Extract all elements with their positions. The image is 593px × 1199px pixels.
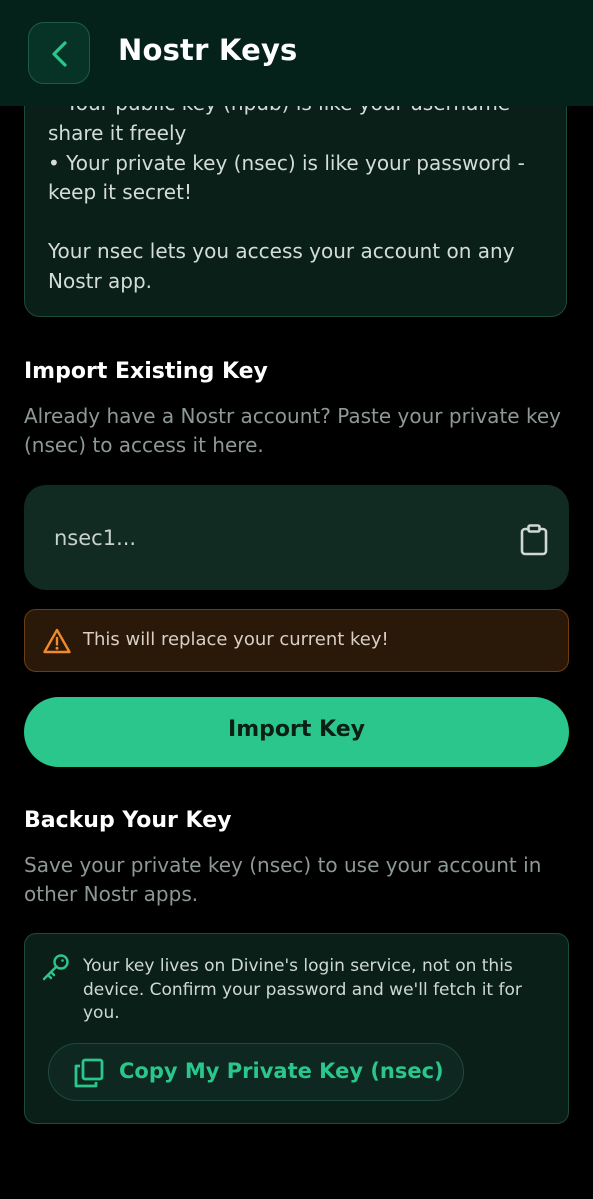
backup-info-line-3: you. xyxy=(83,1003,120,1023)
nsec-input[interactable] xyxy=(52,517,496,559)
backup-section-title: Backup Your Key xyxy=(24,808,232,833)
copy-private-key-label: Copy My Private Key (nsec) xyxy=(119,1059,444,1083)
info-line-access-cont: Nostr app. xyxy=(48,269,153,293)
backup-card: Your key lives on Divine's login service… xyxy=(24,933,569,1124)
info-line-nsec-cont: keep it secret! xyxy=(48,180,192,204)
import-section-title: Import Existing Key xyxy=(24,359,268,384)
backup-description-line-1: Save your private key (nsec) to use your… xyxy=(24,853,542,877)
info-line-npub-cont: share it freely xyxy=(48,121,187,145)
warning-text: This will replace your current key! xyxy=(83,629,389,650)
back-button[interactable] xyxy=(28,22,90,84)
info-line-access: Your nsec lets you access your account o… xyxy=(48,239,515,263)
backup-description-line-2: other Nostr apps. xyxy=(24,882,199,906)
key-icon xyxy=(41,952,71,986)
info-line-nsec: • Your private key (nsec) is like your p… xyxy=(48,151,525,175)
backup-info-line-1: Your key lives on Divine's login service… xyxy=(83,956,513,976)
import-description-line-1: Already have a Nostr account? Paste your… xyxy=(24,404,561,428)
import-key-button-label: Import Key xyxy=(228,717,365,742)
clipboard-icon[interactable] xyxy=(520,524,548,560)
copy-private-key-button[interactable]: Copy My Private Key (nsec) xyxy=(48,1043,464,1101)
scroll-content[interactable]: • Your public key (npub) is like your us… xyxy=(0,0,593,1199)
chevron-left-icon xyxy=(52,41,67,67)
import-description-line-2: (nsec) to access it here. xyxy=(24,433,264,457)
page-title: Nostr Keys xyxy=(118,33,298,67)
app-header: Nostr Keys xyxy=(0,0,593,106)
replace-key-warning: This will replace your current key! xyxy=(24,609,569,672)
nsec-input-field[interactable] xyxy=(24,485,569,590)
backup-info-line-2: device. Confirm your password and we'll … xyxy=(83,980,522,1000)
import-key-button[interactable]: Import Key xyxy=(24,697,569,767)
